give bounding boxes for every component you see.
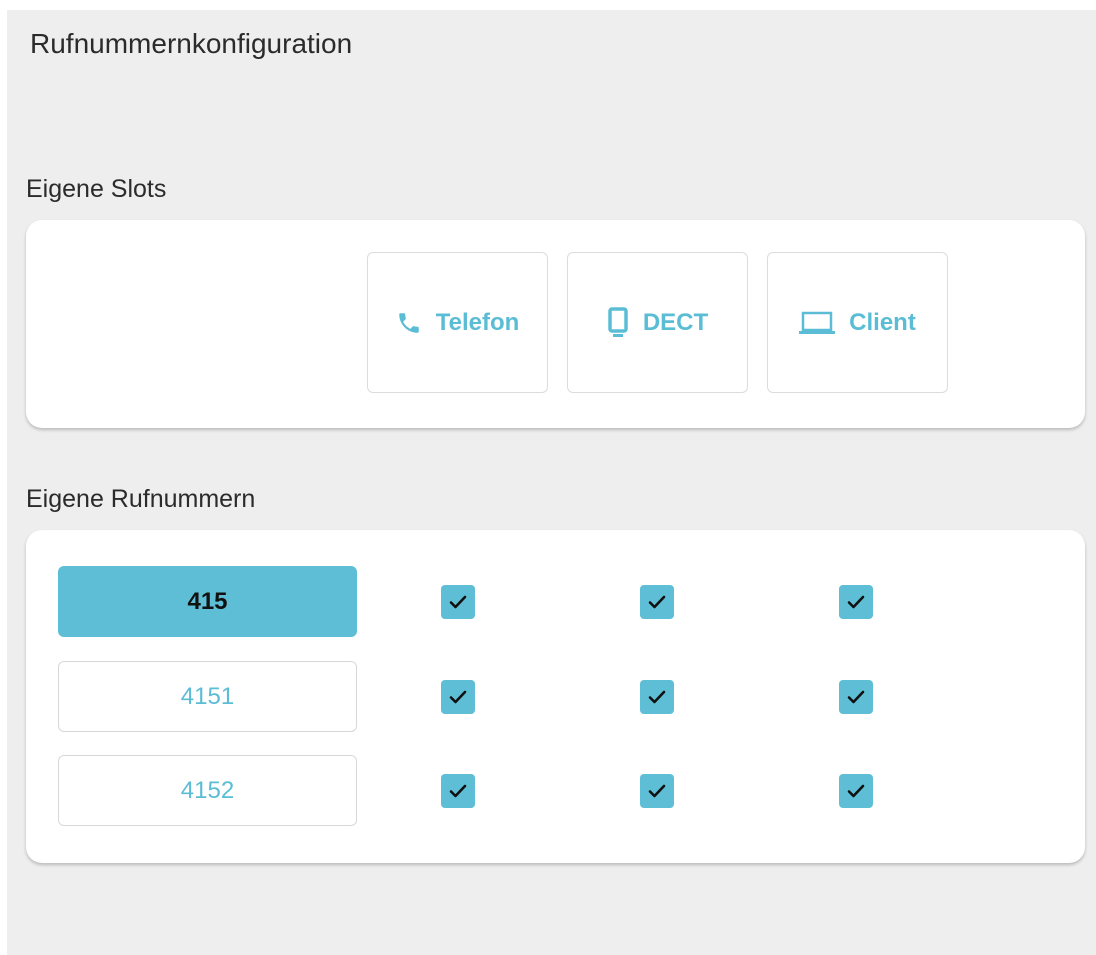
slot-telefon[interactable]: Telefon	[367, 252, 548, 393]
number-button-4152[interactable]: 4152	[58, 755, 357, 826]
checkmark-icon	[648, 690, 666, 704]
page-title: Rufnummernkonfiguration	[30, 28, 353, 59]
checkmark-icon	[449, 784, 467, 798]
dect-handset-icon	[607, 306, 629, 339]
number-button-415[interactable]: 415	[58, 566, 357, 637]
checkbox-415-dect[interactable]	[640, 585, 674, 619]
checkmark-icon	[847, 690, 865, 704]
checkmark-icon	[847, 595, 865, 609]
checkmark-icon	[847, 784, 865, 798]
checkbox-4151-client[interactable]	[839, 680, 873, 714]
checkbox-4152-client[interactable]	[839, 774, 873, 808]
checkmark-icon	[648, 595, 666, 609]
slots-section-heading: Eigene Slots	[26, 175, 167, 203]
phone-icon	[396, 310, 422, 336]
checkbox-4151-dect[interactable]	[640, 680, 674, 714]
checkbox-4152-dect[interactable]	[640, 774, 674, 808]
numbers-card: 415 4151 4152	[26, 530, 1085, 863]
checkbox-4152-telefon[interactable]	[441, 774, 475, 808]
slot-label: Telefon	[435, 308, 520, 336]
numbers-section-heading: Eigene Rufnummern	[26, 485, 256, 513]
number-button-4151[interactable]: 4151	[58, 661, 357, 732]
phone-number-configuration-panel: Rufnummernkonfiguration Eigene Slots Tel…	[7, 10, 1096, 955]
slot-label: DECT	[642, 308, 709, 336]
checkmark-icon	[449, 595, 467, 609]
number-label: 4151	[180, 682, 235, 710]
slots-card: Telefon DECT Client	[26, 220, 1085, 428]
checkbox-4151-telefon[interactable]	[441, 680, 475, 714]
number-label: 4152	[180, 776, 235, 804]
slot-dect[interactable]: DECT	[567, 252, 748, 393]
checkbox-415-telefon[interactable]	[441, 585, 475, 619]
checkmark-icon	[449, 690, 467, 704]
slot-label: Client	[849, 308, 916, 336]
slot-client[interactable]: Client	[767, 252, 948, 393]
laptop-icon	[799, 311, 836, 335]
checkmark-icon	[648, 784, 666, 798]
number-label: 415	[187, 587, 228, 615]
checkbox-415-client[interactable]	[839, 585, 873, 619]
